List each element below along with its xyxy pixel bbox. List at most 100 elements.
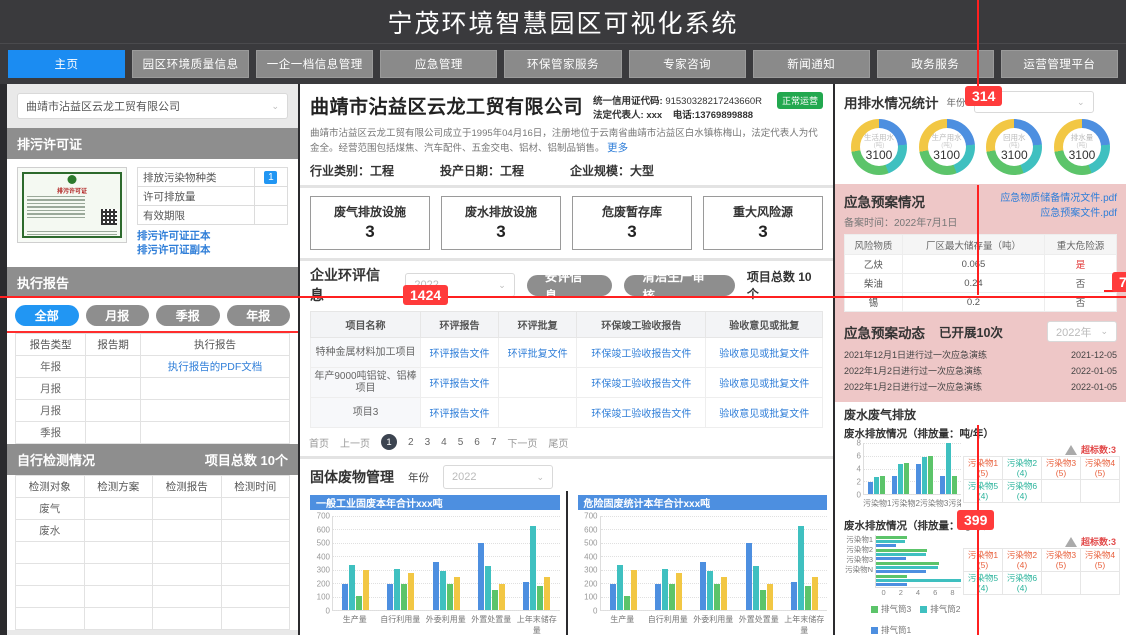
water-stats-title: 用排水情况统计 — [844, 96, 939, 111]
pager-last[interactable]: 尾页 — [548, 435, 568, 450]
eia-accept-link[interactable]: 环保竣工验收报告文件 — [576, 397, 707, 428]
eia-opinion-link[interactable]: 验收意见或批复文件 — [705, 367, 823, 398]
safety-eval-button[interactable]: 安评信息 — [526, 270, 613, 303]
eia-report-link-anchor[interactable]: 环评报告文件 — [430, 379, 490, 390]
bar — [707, 571, 714, 610]
nav-item-2[interactable]: 一企一档信息管理 — [256, 50, 374, 78]
eia-accept-link-anchor[interactable]: 环保竣工验收报告文件 — [591, 349, 691, 360]
company-more-link[interactable]: 更多 — [607, 142, 628, 154]
nav-item-0[interactable]: 主页 — [8, 50, 126, 78]
x-tick-label: 生产量 — [342, 615, 367, 624]
permit-certificate-image[interactable]: 排污许可证 — [17, 167, 127, 243]
eia-opinion-link-anchor[interactable]: 验收意见或批复文件 — [719, 349, 809, 360]
bar — [714, 583, 721, 610]
pager-prev[interactable]: 上一页 — [340, 435, 370, 450]
donut-center: 排水量 (吨) 3100 — [1053, 119, 1111, 175]
eia-header: 企业环评信息 2022 ⌄ 安评信息 清洁生产审核 项目总数 10个 — [300, 258, 833, 311]
right-column: 用排水情况统计 年份 ⌄ 生活用水 (吨) 3100 生产用水 (吨) 3100 回用水 (吨… — [835, 84, 1126, 635]
nav-item-6[interactable]: 新闻通知 — [752, 50, 870, 78]
eia-opinion-link[interactable]: 验收意见或批复文件 — [705, 337, 823, 368]
clean-production-button[interactable]: 清洁生产审核 — [624, 270, 735, 303]
pager-page-2[interactable]: 2 — [408, 437, 414, 448]
permit-link[interactable]: 排污许可证副本 — [137, 243, 288, 257]
y-axis: 污染物1 污染物2 污染物3 污染物N — [841, 535, 875, 588]
bar-group — [691, 516, 736, 610]
bar — [342, 583, 349, 610]
report-link[interactable]: 执行报告的PDF文档 — [140, 355, 290, 378]
y-tick-label: 污染物3 — [846, 555, 873, 564]
report-tab-2[interactable]: 季报 — [156, 305, 220, 326]
x-axis-labels: 生产量 自行利用量 外委利用量 外置处置量 上年末储存量 — [600, 611, 828, 635]
eia-reply-link[interactable]: 环评批复文件 — [498, 337, 578, 368]
drill-year-select[interactable]: 2022年 ⌄ — [1047, 321, 1117, 342]
report-tab-1[interactable]: 月报 — [85, 305, 149, 326]
nav-item-3[interactable]: 应急管理 — [380, 50, 498, 78]
pager-page-1[interactable]: 1 — [381, 434, 397, 450]
stat-card-2[interactable]: 危废暂存库 3 — [572, 196, 692, 250]
bar-group — [601, 516, 646, 610]
bar — [363, 569, 370, 610]
nav-item-4[interactable]: 环保管家服务 — [504, 50, 622, 78]
y-tick: 200 — [316, 579, 330, 589]
table-row: 污染物1 (5) 污染物2 (4) 污染物3 (5) 污染物4 (5) — [963, 548, 1120, 572]
bar-chart-plot: 700 600 500 400 300 200 100 0 — [310, 512, 560, 616]
donut-center: 生活用水 (吨) 3100 — [850, 119, 908, 175]
bar — [661, 568, 668, 610]
stat-card-label: 废气排放设施 — [333, 205, 406, 219]
stat-card-value: 3 — [365, 222, 375, 241]
eia-accept-link-anchor[interactable]: 环保竣工验收报告文件 — [591, 409, 691, 420]
pager-first[interactable]: 首页 — [309, 435, 329, 450]
stat-card-0[interactable]: 废气排放设施 3 — [310, 196, 430, 250]
report-table: 报告类型 报告期 执行报告 年报 执行报告的PDF文档 月报 月报 季报 — [14, 333, 290, 444]
permit-link[interactable]: 排污许可证正本 — [137, 229, 288, 243]
report-tab-0[interactable]: 全部 — [15, 305, 79, 326]
eia-report-link[interactable]: 环评报告文件 — [419, 337, 500, 368]
pager-next[interactable]: 下一页 — [507, 435, 537, 450]
y-tick-label: 污染物N — [845, 565, 873, 574]
pager-page-3[interactable]: 3 — [425, 437, 431, 448]
nav-item-1[interactable]: 园区环境质量信息 — [132, 50, 250, 78]
eia-report-link[interactable]: 环评报告文件 — [419, 367, 500, 398]
bar — [876, 562, 939, 565]
solid-year-select[interactable]: 2022 ⌄ — [443, 465, 553, 489]
stat-card-1[interactable]: 废水排放设施 3 — [441, 196, 561, 250]
bar — [916, 464, 922, 494]
x-tick: 4 — [915, 588, 921, 597]
x-tick-label: 外置处置量 — [471, 615, 512, 624]
eia-project-name: 项目3 — [310, 397, 421, 428]
eia-reply-link — [498, 397, 578, 428]
eia-report-link[interactable]: 环评报告文件 — [419, 397, 500, 428]
eia-accept-link[interactable]: 环保竣工验收报告文件 — [576, 337, 707, 368]
nav-item-5[interactable]: 专家咨询 — [628, 50, 746, 78]
stat-card-3[interactable]: 重大风险源 3 — [703, 196, 823, 250]
pager-page-7[interactable]: 7 — [491, 437, 497, 448]
plot-area — [875, 535, 961, 588]
pager-page-5[interactable]: 5 — [458, 437, 464, 448]
nav-item-8[interactable]: 运营管理平台 — [1000, 50, 1118, 78]
eia-accept-link-anchor[interactable]: 环保竣工验收报告文件 — [591, 379, 691, 390]
report-period — [85, 399, 141, 422]
drill-section: 应急预案动态 已开展10次 2022年 ⌄ 2021年12月1日进行过一次应急演… — [835, 319, 1126, 402]
eia-opinion-link-anchor[interactable]: 验收意见或批复文件 — [719, 409, 809, 420]
selfcheck-plan — [83, 607, 153, 630]
eia-opinion-link-anchor[interactable]: 验收意见或批复文件 — [719, 379, 809, 390]
bar — [499, 583, 506, 610]
bar — [876, 583, 907, 586]
pager-page-6[interactable]: 6 — [474, 437, 480, 448]
emergency-file-link[interactable]: 应急物质储备情况文件.pdf — [1000, 191, 1117, 206]
eia-report-link-anchor[interactable]: 环评报告文件 — [430, 349, 490, 360]
eia-reply-link-anchor[interactable]: 环评批复文件 — [508, 349, 568, 360]
company-attr: 企业规模：大型 — [570, 164, 655, 178]
report-tab-3[interactable]: 年报 — [226, 305, 290, 326]
eia-accept-link[interactable]: 环保竣工验收报告文件 — [576, 367, 707, 398]
x-tick-label: 生产量 — [610, 615, 635, 624]
y-tick: 0 — [325, 606, 330, 616]
emergency-file-link[interactable]: 应急预案文件.pdf — [1000, 206, 1117, 221]
company-select[interactable]: 曲靖市沾益区云龙工贸有限公司 ⌄ — [17, 93, 288, 119]
drill-count: 已开展10次 — [939, 326, 1003, 340]
eia-opinion-link[interactable]: 验收意见或批复文件 — [705, 397, 823, 428]
pager-page-4[interactable]: 4 — [441, 437, 447, 448]
eia-report-link-anchor[interactable]: 环评报告文件 — [430, 409, 490, 420]
bar — [903, 463, 909, 494]
bar — [349, 565, 356, 610]
